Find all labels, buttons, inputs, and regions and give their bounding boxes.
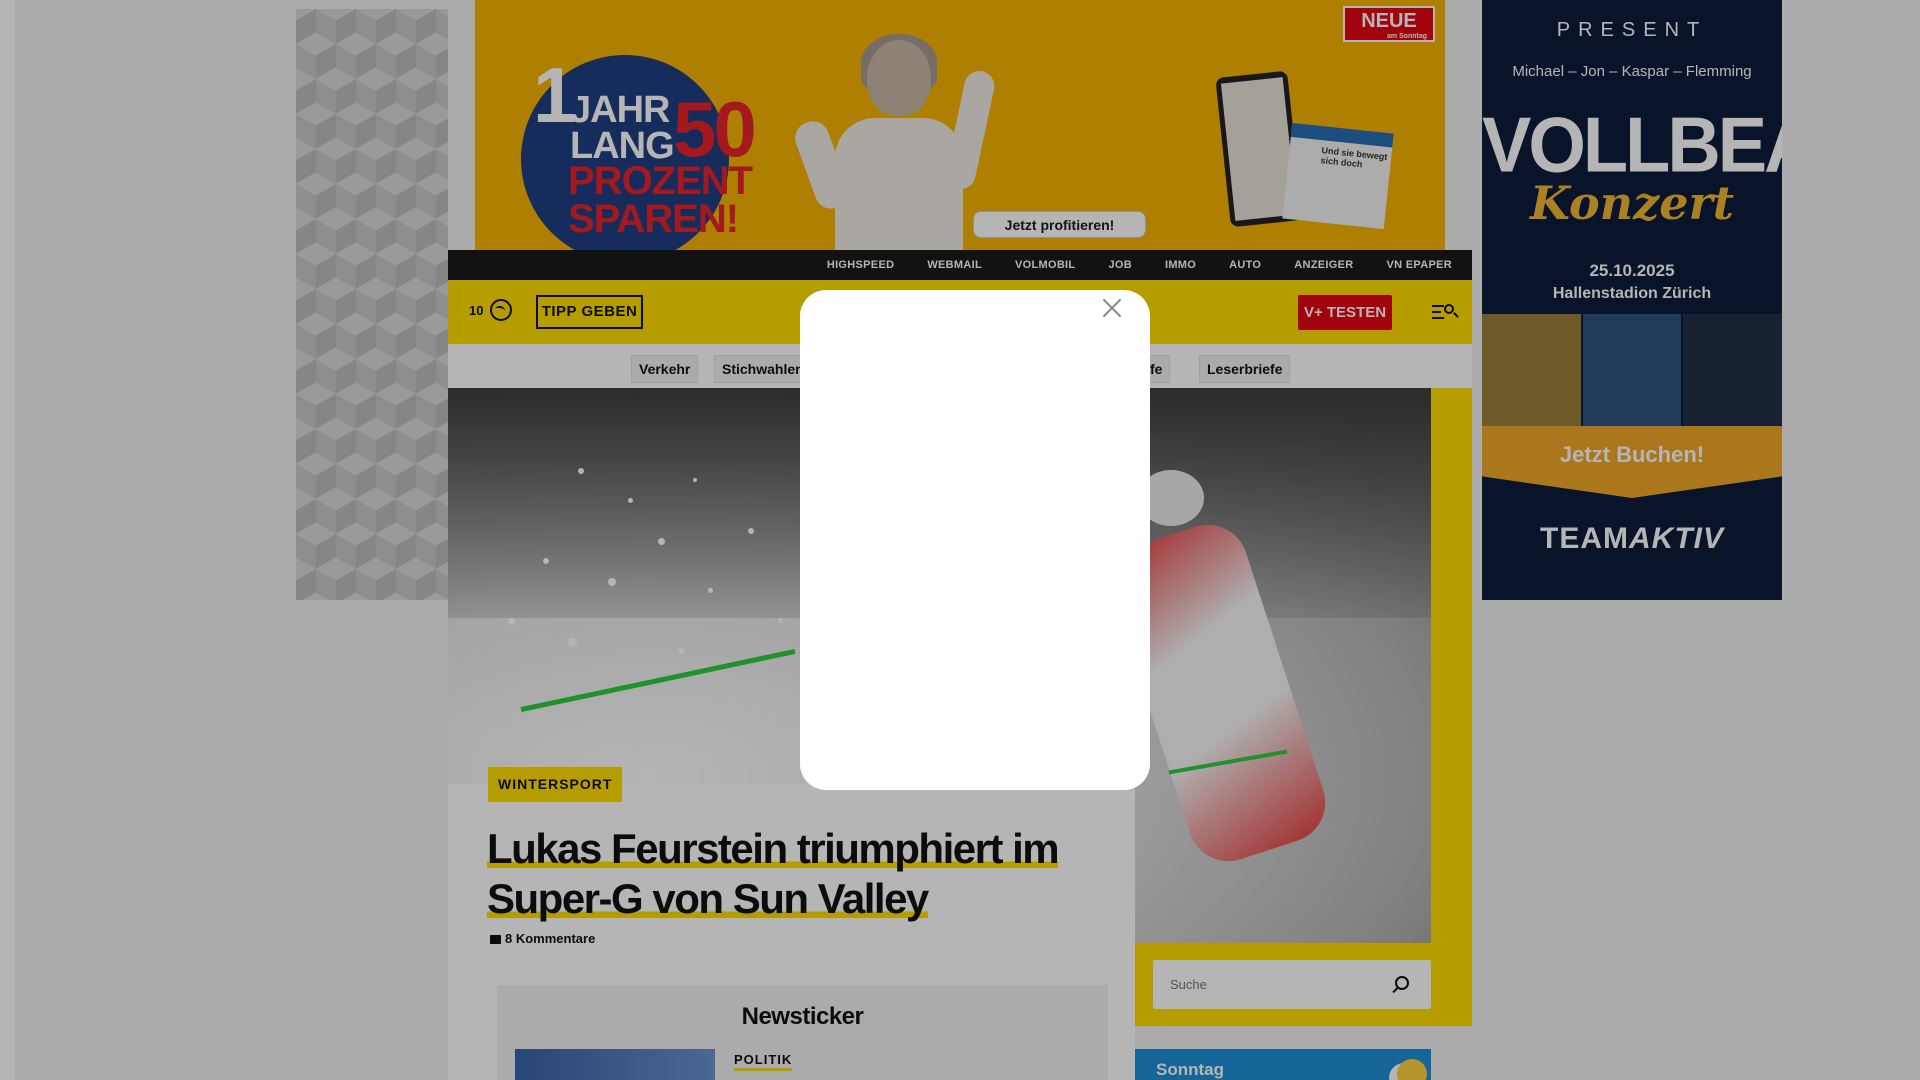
close-icon[interactable]	[1100, 296, 1124, 320]
popup-modal	[800, 290, 1150, 790]
